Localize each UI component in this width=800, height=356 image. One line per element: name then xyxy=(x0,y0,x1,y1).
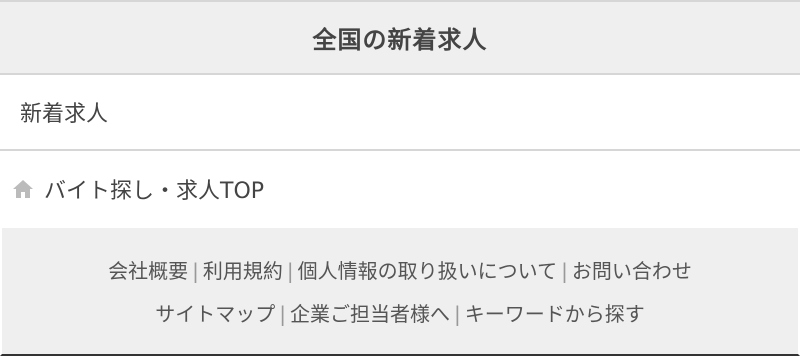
new-jobs-label: 新着求人 xyxy=(20,102,109,127)
footer-separator: | xyxy=(561,259,568,283)
footer-link-terms[interactable]: 利用規約 xyxy=(203,259,283,283)
top-page-link[interactable]: バイト探し・求人TOP xyxy=(0,151,800,227)
footer-separator: | xyxy=(279,302,286,326)
new-jobs-link[interactable]: 新着求人 xyxy=(0,75,800,151)
footer-link-sitemap[interactable]: サイトマップ xyxy=(155,302,275,326)
footer-separator: | xyxy=(192,259,199,283)
footer-separator: | xyxy=(454,302,461,326)
section-header: 全国の新着求人 xyxy=(0,0,800,75)
page-title: 全国の新着求人 xyxy=(312,26,488,54)
footer: 会社概要 | 利用規約 | 個人情報の取り扱いについて | お問い合わせ サイトマップ | 企業… xyxy=(0,228,800,356)
footer-link-keyword-search[interactable]: キーワードから探す xyxy=(465,302,645,326)
footer-separator: | xyxy=(286,259,294,283)
top-page-label: バイト探し・求人TOP xyxy=(44,179,265,204)
footer-links-row-2: サイトマップ | 企業ご担当者様へ | キーワードから探す xyxy=(155,298,645,327)
footer-links-row-1: 会社概要 | 利用規約 | 個人情報の取り扱いについて | お問い合わせ xyxy=(108,255,692,284)
footer-link-company[interactable]: 会社概要 xyxy=(108,259,188,283)
footer-link-for-companies[interactable]: 企業ご担当者様へ xyxy=(290,302,450,326)
footer-link-privacy[interactable]: 個人情報の取り扱いについて xyxy=(298,259,557,283)
page: 全国の新着求人 新着求人 バイト探し・求人TOP 会社概要 | 利用規約 | 個人情報の… xyxy=(0,0,800,356)
footer-link-contact[interactable]: お問い合わせ xyxy=(572,259,692,283)
home-icon xyxy=(12,179,34,199)
